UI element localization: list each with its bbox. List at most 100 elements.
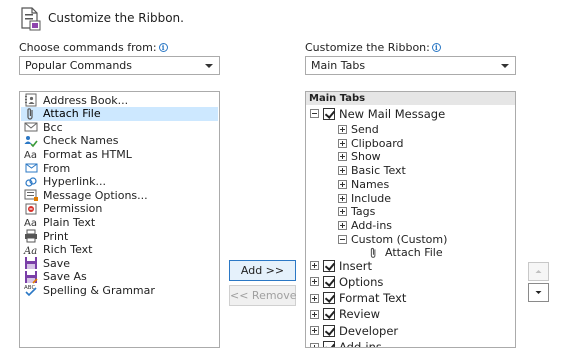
from-icon — [25, 163, 38, 173]
save-icon — [25, 257, 37, 270]
ribbon-tree[interactable]: Main Tabs New Mail Message Send Clipboard S… — [305, 91, 516, 348]
expand-icon[interactable] — [310, 293, 319, 303]
collapse-icon[interactable] — [310, 109, 319, 118]
command-item[interactable]: Address Book... — [21, 93, 218, 107]
chevron-down-icon — [205, 64, 213, 68]
tree-tab[interactable]: Options — [310, 274, 383, 289]
tab-checkbox[interactable] — [323, 259, 335, 272]
expand-icon[interactable] — [338, 207, 347, 217]
expand-icon[interactable] — [310, 277, 319, 287]
customize-ribbon-value: Main Tabs — [311, 59, 366, 72]
expand-icon[interactable] — [310, 261, 319, 270]
tab-checkbox[interactable] — [323, 308, 335, 321]
tab-checkbox[interactable] — [323, 341, 335, 347]
info-icon[interactable]: i — [431, 43, 441, 52]
command-item[interactable]: Attach File — [21, 106, 218, 121]
command-item[interactable]: Print — [21, 229, 218, 243]
command-item[interactable]: Aa Format as HTML — [21, 147, 218, 162]
expand-icon[interactable] — [338, 220, 347, 230]
remove-button-label: << Remove — [230, 289, 297, 302]
expand-icon[interactable] — [310, 309, 319, 319]
hyperlink-icon — [25, 176, 37, 187]
spelling-icon: ABC — [24, 285, 37, 297]
tree-custom-item[interactable]: Attach File — [367, 245, 443, 260]
command-label: Rich Text — [43, 243, 93, 257]
tree-tab[interactable]: Insert — [310, 258, 372, 273]
svg-text:Aa: Aa — [24, 218, 37, 229]
customize-ribbon-icon — [19, 5, 41, 31]
command-label: Save — [43, 256, 71, 270]
command-label: Spelling & Grammar — [43, 283, 155, 297]
tree-label: Format Text — [339, 291, 407, 306]
command-label: Save As — [43, 270, 87, 284]
tab-checkbox[interactable] — [323, 107, 335, 120]
tree-label: Clipboard — [351, 136, 404, 150]
message-options-icon — [24, 189, 38, 202]
tree-label: Insert — [339, 258, 372, 273]
command-item[interactable]: Check Names — [21, 134, 218, 148]
tree-label: Names — [351, 177, 390, 191]
expand-icon[interactable] — [310, 326, 319, 336]
command-item[interactable]: Save As — [21, 270, 218, 284]
tree-label: Custom (Custom) — [351, 232, 448, 246]
tree-label: Add-ins — [351, 218, 393, 232]
expand-icon[interactable] — [338, 138, 347, 148]
svg-text:Aa: Aa — [24, 150, 37, 161]
tree-label: Add-ins — [339, 340, 382, 348]
command-label: Message Options... — [43, 188, 148, 202]
tree-tab[interactable]: Developer — [310, 323, 398, 338]
tree-tab[interactable]: Add-ins — [310, 340, 382, 348]
expand-icon[interactable] — [338, 152, 347, 162]
rich-text-icon: Aa — [23, 246, 37, 257]
tree-node-new-mail-message[interactable]: New Mail Message — [310, 106, 445, 121]
tree-label: Show — [351, 150, 381, 164]
command-label: Check Names — [43, 134, 119, 148]
add-button-label: Add >> — [240, 264, 285, 277]
customize-ribbon-text: Customize the Ribbon: — [305, 41, 430, 54]
command-item[interactable]: ABC Spelling & Grammar — [21, 283, 218, 297]
tree-label: Send — [351, 123, 379, 136]
bcc-icon — [24, 122, 38, 132]
chevron-down-icon — [535, 291, 542, 294]
command-item[interactable]: Message Options... — [21, 188, 218, 202]
expand-icon[interactable] — [338, 179, 347, 189]
tab-checkbox[interactable] — [323, 292, 335, 305]
tab-checkbox[interactable] — [323, 275, 335, 288]
command-item[interactable]: Permission — [21, 202, 218, 216]
info-icon[interactable]: i — [158, 43, 168, 52]
move-up-button[interactable] — [528, 262, 549, 281]
command-label: Hyperlink... — [43, 175, 106, 189]
choose-commands-combo[interactable]: Popular Commands — [19, 56, 220, 75]
command-label: Print — [43, 229, 69, 243]
print-icon — [25, 229, 37, 243]
add-button[interactable]: Add >> — [229, 260, 296, 281]
command-label: Address Book... — [43, 93, 129, 107]
command-item[interactable]: Aa Plain Text — [21, 215, 218, 230]
move-down-button[interactable] — [528, 283, 549, 302]
plain-text-icon: Aa — [24, 218, 37, 229]
tree-tab[interactable]: Format Text — [310, 291, 406, 306]
command-item[interactable]: From — [21, 161, 218, 175]
customize-ribbon-combo[interactable]: Main Tabs — [305, 56, 516, 75]
command-label: Permission — [43, 202, 103, 216]
tree-label: Options — [339, 274, 384, 289]
command-item[interactable]: Bcc — [21, 120, 218, 134]
svg-text:Aa: Aa — [23, 246, 37, 257]
remove-button[interactable]: << Remove — [229, 285, 297, 306]
collapse-icon[interactable] — [338, 234, 347, 244]
command-label: Bcc — [43, 120, 63, 134]
tab-checkbox[interactable] — [323, 324, 335, 337]
tree-tab[interactable]: Review — [310, 307, 380, 322]
expand-icon[interactable] — [338, 125, 347, 134]
permission-icon — [25, 203, 37, 215]
expand-icon[interactable] — [338, 193, 347, 203]
expand-icon[interactable] — [338, 166, 347, 176]
customize-ribbon-label: Customize the Ribbon: i — [305, 41, 441, 54]
command-item[interactable]: Save — [21, 256, 218, 270]
command-item[interactable]: Aa Rich Text — [21, 243, 218, 257]
expand-icon[interactable] — [310, 342, 319, 347]
command-label: Plain Text — [43, 215, 96, 229]
commands-list[interactable]: Address Book... Attach File Bcc Check Names… — [19, 91, 220, 348]
tree-label: Basic Text — [351, 164, 406, 178]
command-item[interactable]: Hyperlink... — [21, 175, 218, 189]
